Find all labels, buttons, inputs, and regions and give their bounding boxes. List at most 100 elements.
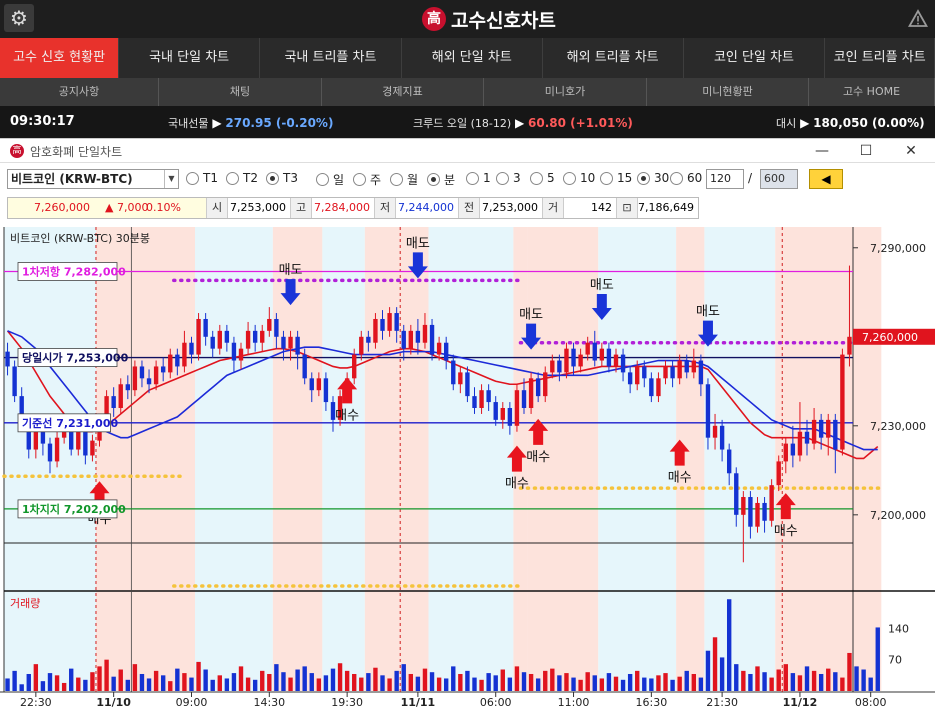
volume-bar: [670, 679, 675, 691]
radio-label: 60: [687, 171, 703, 185]
radio-tick-1[interactable]: T2: [226, 171, 258, 185]
level-label: 당일시가 7,253,000: [22, 351, 129, 365]
radio-dot[interactable]: [496, 171, 509, 185]
subnav-tab-2[interactable]: 경제지표: [322, 78, 484, 106]
level-label: 1차지지 7,202,000: [22, 502, 126, 516]
maximize-icon[interactable]: ☐: [853, 141, 879, 161]
volume-bar: [755, 666, 760, 691]
nav-tab-4[interactable]: 해외 트리플 차트: [543, 38, 684, 78]
symbol-select[interactable]: 비트코인 (KRW-BTC) ▼: [7, 169, 179, 189]
radio-dot[interactable]: [427, 173, 440, 186]
x-tick-label: 06:00: [480, 696, 512, 709]
candle: [620, 354, 626, 373]
subnav-tab-5[interactable]: 고수 HOME: [809, 78, 935, 106]
chart-canvas[interactable]: 매도매도매도매도매도매수매수매수매수매수매수1차저항 7,282,000당일시가…: [0, 227, 935, 712]
volume-bar: [83, 679, 88, 691]
ticker-item-dash[interactable]: 대시 ▶ 180,050 (0.00%): [776, 115, 925, 131]
radio-minute-1[interactable]: 3: [496, 171, 521, 185]
subnav-tab-0[interactable]: 공지사항: [0, 78, 159, 106]
radio-dot[interactable]: [637, 171, 650, 185]
alert-icon[interactable]: [907, 9, 929, 29]
volume-bar: [168, 681, 173, 691]
gear-icon[interactable]: ⚙: [4, 4, 34, 32]
radio-minute-4[interactable]: 15: [600, 171, 632, 185]
candlestick-chart[interactable]: 매도 매도 매도 매도 매도 매수 매수 매수 매수 매수 매수 1차저항 7,282,000 당일시가…: [0, 227, 935, 712]
nav-tab-5[interactable]: 코인 단일 차트: [684, 38, 826, 78]
candle: [359, 336, 364, 355]
subnav-tab-3[interactable]: 미니호가: [484, 78, 647, 106]
x-tick-label: 11/11: [401, 696, 436, 709]
minimize-icon[interactable]: —: [809, 141, 835, 161]
chevron-down-icon[interactable]: ▼: [164, 170, 178, 188]
volume-bar: [734, 664, 739, 691]
session-band: [195, 227, 273, 691]
ticker-item-crude-oil[interactable]: 크루드 오일 (18-12) ▶ 60.80 (+1.01%): [413, 115, 633, 131]
subnav-tab-4[interactable]: 미니현황판: [647, 78, 809, 106]
radio-dot[interactable]: [600, 171, 613, 185]
candle: [578, 354, 583, 367]
radio-tick-2[interactable]: T3: [266, 171, 298, 185]
volume-bar: [726, 599, 732, 691]
radio-minute-0[interactable]: 1: [466, 171, 491, 185]
subnav-tab-1[interactable]: 채팅: [159, 78, 322, 106]
radio-minute-6[interactable]: 60: [670, 171, 702, 185]
candle: [656, 378, 661, 397]
candle: [599, 348, 605, 361]
x-tick-label: 22:30: [20, 696, 52, 709]
radio-dot[interactable]: [670, 171, 683, 185]
radio-minute-5[interactable]: 30: [637, 171, 669, 185]
candle: [613, 354, 619, 367]
volume-bar: [797, 675, 803, 691]
volume-bar: [231, 673, 237, 691]
volume-bar: [500, 669, 505, 691]
volume-bar: [47, 673, 53, 691]
candle: [748, 497, 753, 527]
volume-bar: [818, 673, 824, 691]
candle: [302, 354, 307, 379]
volume-bar: [153, 670, 159, 691]
radio-dot[interactable]: [316, 173, 329, 186]
volume-bar: [854, 666, 859, 691]
level-label: 1차저항 7,282,000: [22, 265, 126, 279]
radio-dot[interactable]: [390, 173, 403, 186]
candle: [811, 419, 817, 444]
volume-bar: [826, 668, 831, 691]
radio-dot[interactable]: [530, 171, 543, 185]
volume-bar: [479, 679, 484, 691]
candle: [5, 351, 10, 367]
candle: [451, 360, 456, 385]
volume-bar: [656, 675, 661, 691]
radio-period-1[interactable]: 주: [353, 171, 381, 188]
volume-bar: [132, 664, 138, 691]
nav-tab-3[interactable]: 해외 단일 차트: [402, 38, 543, 78]
volume-bar: [267, 673, 272, 691]
volume-bar: [19, 684, 24, 691]
candle: [203, 318, 208, 337]
radio-dot[interactable]: [186, 171, 199, 185]
radio-dot[interactable]: [563, 171, 576, 185]
nav-tab-1[interactable]: 국내 단일 차트: [119, 38, 261, 78]
nav-tab-0[interactable]: 고수 신호 현황판: [0, 38, 120, 78]
radio-period-0[interactable]: 일: [316, 171, 344, 188]
radio-minute-2[interactable]: 5: [530, 171, 555, 185]
radio-period-3[interactable]: 분: [427, 171, 455, 188]
nav-tab-6[interactable]: 코인 트리플 차트: [825, 38, 935, 78]
nav-tab-2[interactable]: 국내 트리플 차트: [260, 38, 402, 78]
ticker-item-futures[interactable]: 국내선물 ▶ 270.95 (-0.20%): [168, 115, 333, 131]
radio-minute-3[interactable]: 10: [563, 171, 595, 185]
radio-dot[interactable]: [266, 171, 279, 185]
close-icon[interactable]: ✕: [898, 141, 924, 161]
session-band: [598, 227, 677, 691]
brand[interactable]: 高 고수신호차트: [422, 6, 556, 32]
brand-logo-icon: 高: [422, 7, 446, 31]
bar-count-input[interactable]: 120: [706, 169, 744, 189]
volume-bar: [762, 672, 767, 691]
back-button[interactable]: ◀: [809, 169, 843, 189]
radio-dot[interactable]: [226, 171, 239, 185]
radio-dot[interactable]: [353, 173, 366, 186]
candle: [790, 443, 796, 456]
radio-tick-0[interactable]: T1: [186, 171, 218, 185]
radio-dot[interactable]: [466, 171, 479, 185]
radio-period-2[interactable]: 월: [390, 171, 418, 188]
candle: [182, 342, 187, 367]
